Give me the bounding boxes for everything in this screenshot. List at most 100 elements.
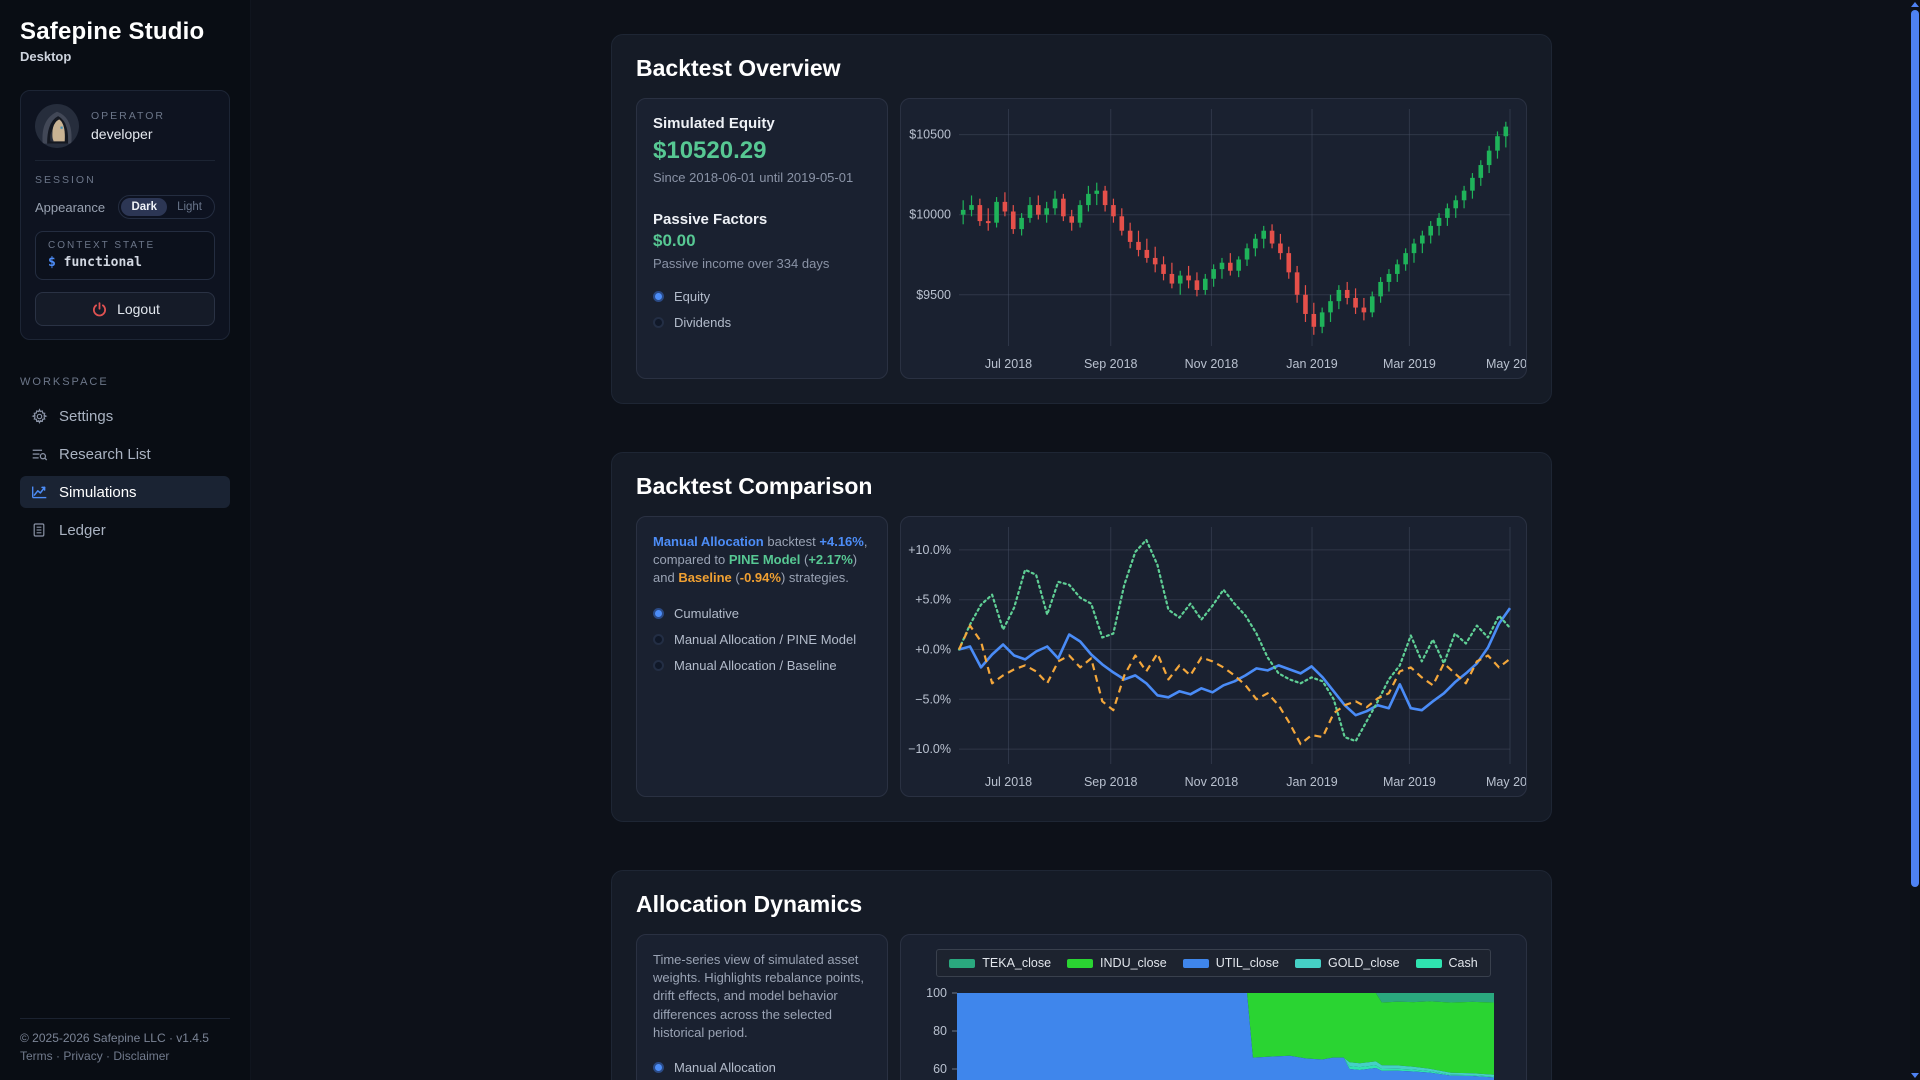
svg-text:May 201: May 201 — [1486, 357, 1526, 371]
radio-dot-off — [653, 317, 664, 328]
power-icon — [90, 300, 108, 318]
allocation-stats-panel: Time-series view of simulated asset weig… — [636, 934, 888, 1080]
app-title: Safepine Studio — [20, 18, 205, 45]
operator-card: OPERATOR developer SESSION Appearance Da… — [20, 90, 230, 340]
svg-text:+5.0%: +5.0% — [915, 593, 951, 607]
radio-dot-on — [653, 1061, 664, 1073]
sidebar-item-label: Research List — [59, 445, 151, 463]
allocation-dynamics-card: Allocation Dynamics Time-series view of … — [611, 870, 1552, 1080]
svg-text:+0.0%: +0.0% — [915, 642, 951, 656]
copyright-text: © 2025-2026 Safepine LLC · v1.4.5 — [20, 1030, 209, 1045]
legend-item: TEKA_close — [949, 956, 1051, 970]
page-title-comparison: Backtest Comparison — [636, 473, 873, 499]
svg-text:+10.0%: +10.0% — [908, 543, 951, 557]
radio-label: Manual Allocation / Baseline — [674, 657, 837, 673]
context-state-value: $ functional — [48, 255, 142, 270]
scroll-down-arrow[interactable] — [1911, 1073, 1919, 1078]
chart-icon — [30, 483, 48, 501]
theme-toggle[interactable]: Dark Light — [118, 195, 215, 219]
radio-dot-off — [653, 633, 664, 645]
svg-text:Jan 2019: Jan 2019 — [1286, 775, 1337, 789]
theme-dark-option[interactable]: Dark — [121, 198, 168, 216]
backtest-overview-card: Backtest Overview Simulated Equity $1052… — [611, 34, 1552, 404]
svg-text:80: 80 — [933, 1024, 947, 1038]
passive-value: $0.00 — [653, 231, 696, 250]
svg-text:Jul 2018: Jul 2018 — [985, 775, 1032, 789]
passive-sub: Passive income over 334 days — [653, 256, 830, 271]
main-content: Backtest Overview Simulated Equity $1052… — [251, 0, 1920, 1080]
radio-manual-pine[interactable]: Manual Allocation / PINE Model — [653, 632, 871, 647]
radio-manual-baseline[interactable]: Manual Allocation / Baseline — [653, 658, 871, 673]
privacy-link[interactable]: Privacy — [63, 1049, 102, 1063]
logout-label: Logout — [117, 301, 160, 317]
backtest-comparison-card: Backtest Comparison Manual Allocation ba… — [611, 452, 1552, 822]
sidebar-footer: © 2025-2026 Safepine LLC · v1.4.5 Terms … — [20, 1017, 230, 1066]
equity-chart-panel: $9500 $10000 $10500 Jul 2018 Sep 2018 Nov 201… — [900, 98, 1527, 379]
radio-equity[interactable]: Equity — [653, 289, 871, 304]
context-state-box: CONTEXT STATE $ functional — [35, 231, 215, 280]
svg-text:Sep 2018: Sep 2018 — [1084, 357, 1138, 371]
svg-text:Jan 2019: Jan 2019 — [1286, 357, 1337, 371]
equity-range: Since 2018-06-01 until 2019-05-01 — [653, 170, 854, 185]
svg-text:$9500: $9500 — [916, 288, 951, 302]
svg-text:100: 100 — [926, 986, 947, 1000]
sidebar-item-simulations[interactable]: Simulations — [20, 476, 230, 508]
research-list-icon — [30, 445, 48, 463]
logout-button[interactable]: Logout — [35, 292, 215, 326]
radio-manual-allocation[interactable]: Manual Allocation — [653, 1060, 871, 1075]
page-title-overview: Backtest Overview — [636, 55, 841, 81]
sidebar-item-label: Simulations — [59, 483, 137, 501]
svg-text:$10000: $10000 — [909, 208, 951, 222]
page-scrollbar[interactable] — [1910, 0, 1920, 1080]
scroll-up-arrow[interactable] — [1911, 2, 1919, 7]
scrollbar-thumb[interactable] — [1911, 10, 1919, 887]
session-label: SESSION — [35, 174, 96, 186]
comparison-stats-panel: Manual Allocation backtest +4.16%, compa… — [636, 516, 888, 797]
radio-dot-on — [653, 291, 664, 302]
comparison-chart-panel: +10.0% +5.0% +0.0% −5.0% −10.0% Jul 2018 Sep 2… — [900, 516, 1527, 797]
radio-dot-off — [653, 659, 664, 671]
radio-label: Manual Allocation / PINE Model — [674, 631, 857, 647]
avatar — [35, 104, 79, 148]
operator-label: OPERATOR — [91, 110, 165, 122]
theme-light-option[interactable]: Light — [167, 198, 212, 216]
equity-candlestick-chart: $9500 $10000 $10500 Jul 2018 Sep 2018 Nov 201… — [909, 109, 1526, 371]
svg-text:Nov 2018: Nov 2018 — [1185, 357, 1239, 371]
svg-text:Mar 2019: Mar 2019 — [1383, 357, 1436, 371]
app-subtitle: Desktop — [20, 49, 72, 64]
radio-label: Manual Allocation — [674, 1059, 776, 1075]
sidebar: Safepine Studio Desktop OPERATOR develop… — [0, 0, 251, 1080]
ledger-icon — [30, 521, 48, 539]
sidebar-item-settings[interactable]: Settings — [20, 400, 230, 432]
allocation-legend: TEKA_close INDU_close UTIL_close GOLD_close… — [936, 949, 1491, 977]
workspace-nav: Settings Research List Simulations Ledge… — [20, 400, 230, 546]
overview-stats-panel: Simulated Equity $10520.29 Since 2018-06… — [636, 98, 888, 379]
allocation-stacked-chart: 100 80 60 — [926, 986, 1494, 1080]
passive-label: Passive Factors — [653, 211, 768, 228]
separator: · — [106, 1049, 111, 1064]
radio-label: Dividends — [674, 315, 732, 330]
appearance-label: Appearance — [35, 199, 106, 215]
disclaimer-link[interactable]: Disclaimer — [113, 1049, 169, 1063]
legend-item: INDU_close — [1067, 956, 1167, 970]
radio-dividends[interactable]: Dividends — [653, 315, 871, 330]
page-title-allocation: Allocation Dynamics — [636, 891, 863, 917]
svg-text:Mar 2019: Mar 2019 — [1383, 775, 1436, 789]
equity-value: $10520.29 — [653, 137, 767, 164]
sidebar-item-ledger[interactable]: Ledger — [20, 514, 230, 546]
terms-link[interactable]: Terms — [20, 1049, 53, 1063]
radio-cumulative[interactable]: Cumulative — [653, 606, 871, 621]
svg-text:Nov 2018: Nov 2018 — [1185, 775, 1239, 789]
gear-icon — [30, 407, 48, 425]
svg-text:$10500: $10500 — [909, 128, 951, 142]
svg-text:May 201: May 201 — [1486, 775, 1526, 789]
equity-label: Simulated Equity — [653, 115, 775, 132]
comparison-line-chart: +10.0% +5.0% +0.0% −5.0% −10.0% Jul 2018 Sep 2… — [908, 527, 1526, 789]
svg-text:60: 60 — [933, 1062, 947, 1076]
sidebar-item-research-list[interactable]: Research List — [20, 438, 230, 470]
legend-item: GOLD_close — [1294, 956, 1400, 970]
context-state-label: CONTEXT STATE — [48, 240, 156, 251]
svg-text:Sep 2018: Sep 2018 — [1084, 775, 1138, 789]
comparison-description: Manual Allocation backtest +4.16%, compa… — [653, 534, 868, 586]
separator: · — [56, 1049, 61, 1064]
